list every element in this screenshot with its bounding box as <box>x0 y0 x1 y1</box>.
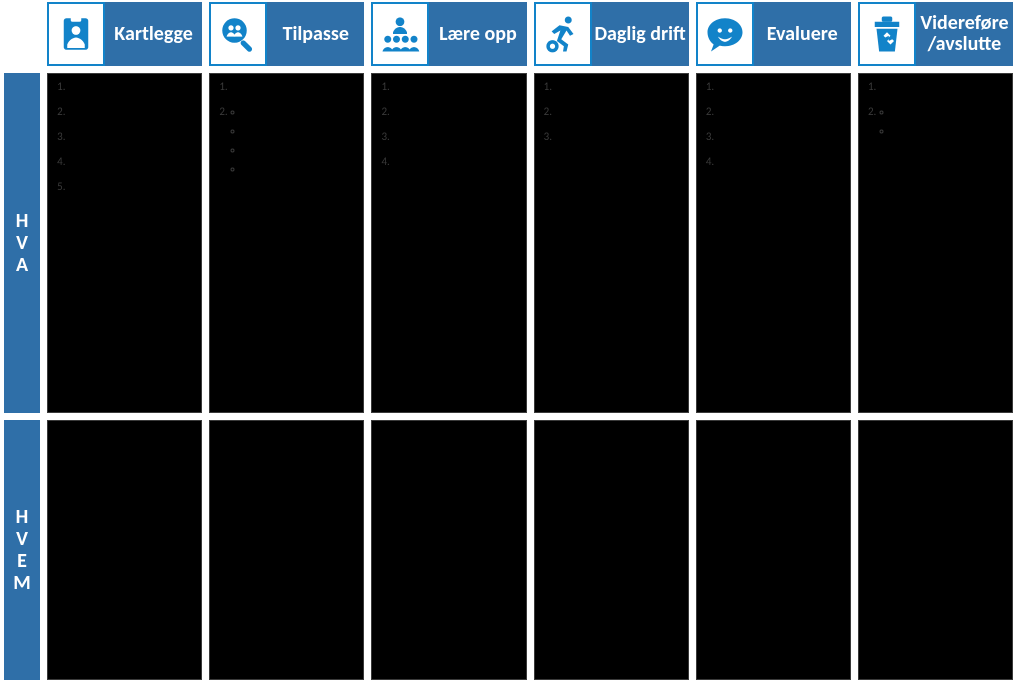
list-item <box>555 105 682 118</box>
list-subitem <box>244 124 357 137</box>
list-item <box>717 130 844 143</box>
column-header-kartlegge: Kartlegge <box>47 2 202 66</box>
column-header-laereopp: Lære opp <box>371 2 526 66</box>
team-icon <box>371 2 429 66</box>
list-item <box>879 80 1006 93</box>
implementation-matrix: Kartlegge Tilpasse Lære opp Daglig drift <box>0 0 1023 682</box>
list-subitem <box>893 105 1006 118</box>
column-title: Lære opp <box>429 2 526 66</box>
column-title: Videreføre /avslutte <box>916 2 1013 66</box>
list-item <box>717 105 844 118</box>
list-item <box>555 80 682 93</box>
cell-hva-evaluere <box>696 73 851 413</box>
cell-hva-dagligdrift <box>534 73 689 413</box>
row-label-hvem: HVEM <box>4 420 40 680</box>
list-item <box>68 105 195 118</box>
smiley-chat-icon <box>696 2 754 66</box>
list-item <box>879 105 1006 137</box>
list-item <box>717 80 844 93</box>
list-item <box>68 130 195 143</box>
row-label-text: HVA <box>16 211 29 275</box>
list-item <box>717 155 844 168</box>
column-title: Evaluere <box>754 2 851 66</box>
cell-hva-laereopp <box>371 73 526 413</box>
running-gear-icon <box>534 2 592 66</box>
cell-hvem-viderefore <box>858 420 1013 680</box>
column-header-tilpasse: Tilpasse <box>209 2 364 66</box>
list-item <box>68 80 195 93</box>
list-item <box>392 80 519 93</box>
list-item <box>392 105 519 118</box>
cell-hvem-laereopp <box>371 420 526 680</box>
column-header-dagligdrift: Daglig drift <box>534 2 689 66</box>
list-item <box>230 80 357 93</box>
column-header-viderefore: Videreføre /avslutte <box>858 2 1013 66</box>
row-label-text: HVEM <box>13 507 30 593</box>
cell-hvem-tilpasse <box>209 420 364 680</box>
trash-icon <box>858 2 916 66</box>
cell-hva-viderefore <box>858 73 1013 413</box>
badge-icon <box>47 2 105 66</box>
corner-cell <box>4 2 40 66</box>
cell-hva-tilpasse <box>209 73 364 413</box>
cell-hva-kartlegge <box>47 73 202 413</box>
cell-hvem-dagligdrift <box>534 420 689 680</box>
list-subitem <box>244 105 357 118</box>
list-item <box>555 130 682 143</box>
column-header-evaluere: Evaluere <box>696 2 851 66</box>
row-label-hva: HVA <box>4 73 40 413</box>
column-title: Tilpasse <box>267 2 364 66</box>
magnify-people-icon <box>209 2 267 66</box>
cell-hvem-evaluere <box>696 420 851 680</box>
list-subitem <box>893 124 1006 137</box>
column-title: Kartlegge <box>105 2 202 66</box>
list-item <box>68 155 195 168</box>
column-title: Daglig drift <box>592 2 689 66</box>
list-subitem <box>244 143 357 156</box>
list-item <box>230 105 357 175</box>
list-subitem <box>244 162 357 175</box>
list-item <box>392 130 519 143</box>
cell-hvem-kartlegge <box>47 420 202 680</box>
list-item <box>68 180 195 193</box>
list-item <box>392 155 519 168</box>
